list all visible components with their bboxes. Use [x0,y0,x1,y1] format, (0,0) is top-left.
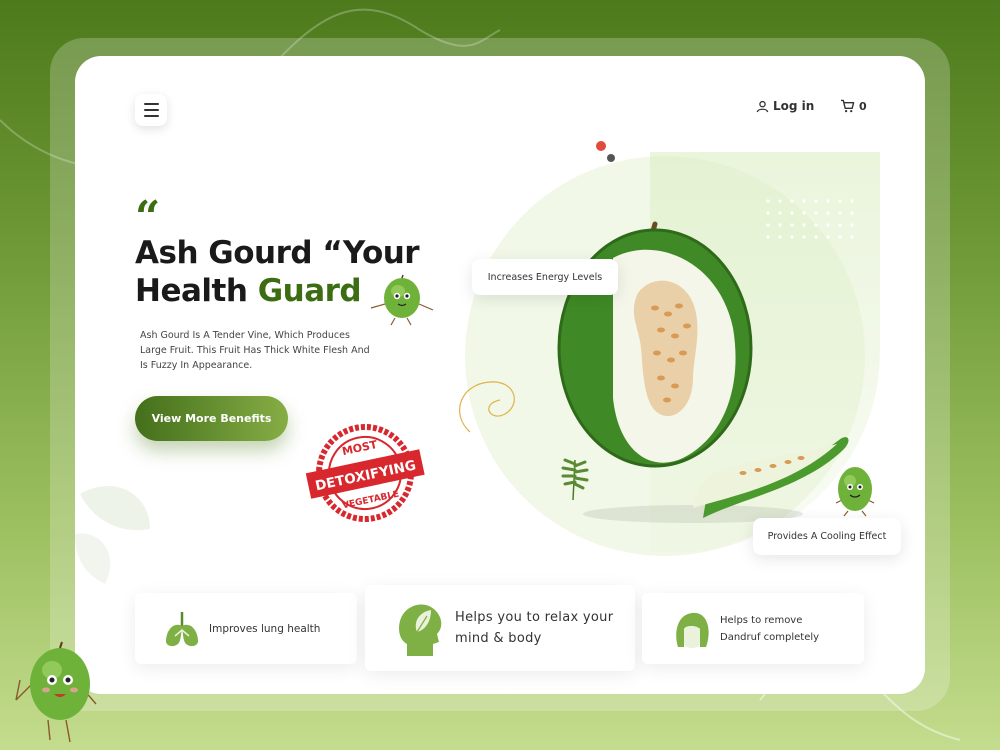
hero-description: Ash Gourd Is A Tender Vine, Which Produc… [140,330,370,371]
grey-dot-decoration [607,154,615,162]
detox-stamp-badge: MOST DETOXIFYING VEGETABLE [305,424,425,522]
user-icon [756,100,769,112]
benefit-card-relax: Helps you to relax your mind & body [365,585,635,671]
title-line-2-plain: Health [135,273,258,309]
menu-button[interactable] [135,94,167,126]
cart-count: 0 [859,99,867,113]
main-card: Log in 0 “ Ash Gourd “Your Health Guard … [75,56,925,694]
title-line-1: Ash Gourd “Your [135,235,420,271]
mind-leaf-icon [399,604,442,656]
gourd-mascot-icon [370,274,434,326]
herb-leaf-icon [561,458,589,501]
cart-icon [840,99,855,113]
lungs-icon [165,611,199,646]
view-more-benefits-button[interactable]: View More Benefits [135,396,288,441]
red-dot-decoration [596,141,606,151]
login-link[interactable]: Log in [756,99,814,113]
energy-tag: Increases Energy Levels [472,259,618,295]
cart-button[interactable]: 0 [840,99,867,113]
gourd-mascot-icon [15,641,97,743]
benefit-label: Helps to remove Dandruf completely [720,614,820,643]
leaf-decoration [75,486,150,584]
cooling-tag: Provides A Cooling Effect [753,518,901,555]
hamburger-menu-icon [143,103,159,105]
title-line-2-accent: Guard [257,273,362,309]
benefit-card-dandruff: Helps to remove Dandruf completely [642,593,864,664]
benefit-label: Helps you to relax your mind & body [455,610,614,646]
benefit-label: Improves lung health [209,622,321,635]
benefit-card-lung: Improves lung health [135,593,357,664]
login-label: Log in [773,99,815,113]
quote-mark-icon: “ [135,192,161,243]
gourd-mascot-icon [835,467,875,517]
squiggle-decoration [459,381,515,433]
hair-head-icon [676,612,709,648]
